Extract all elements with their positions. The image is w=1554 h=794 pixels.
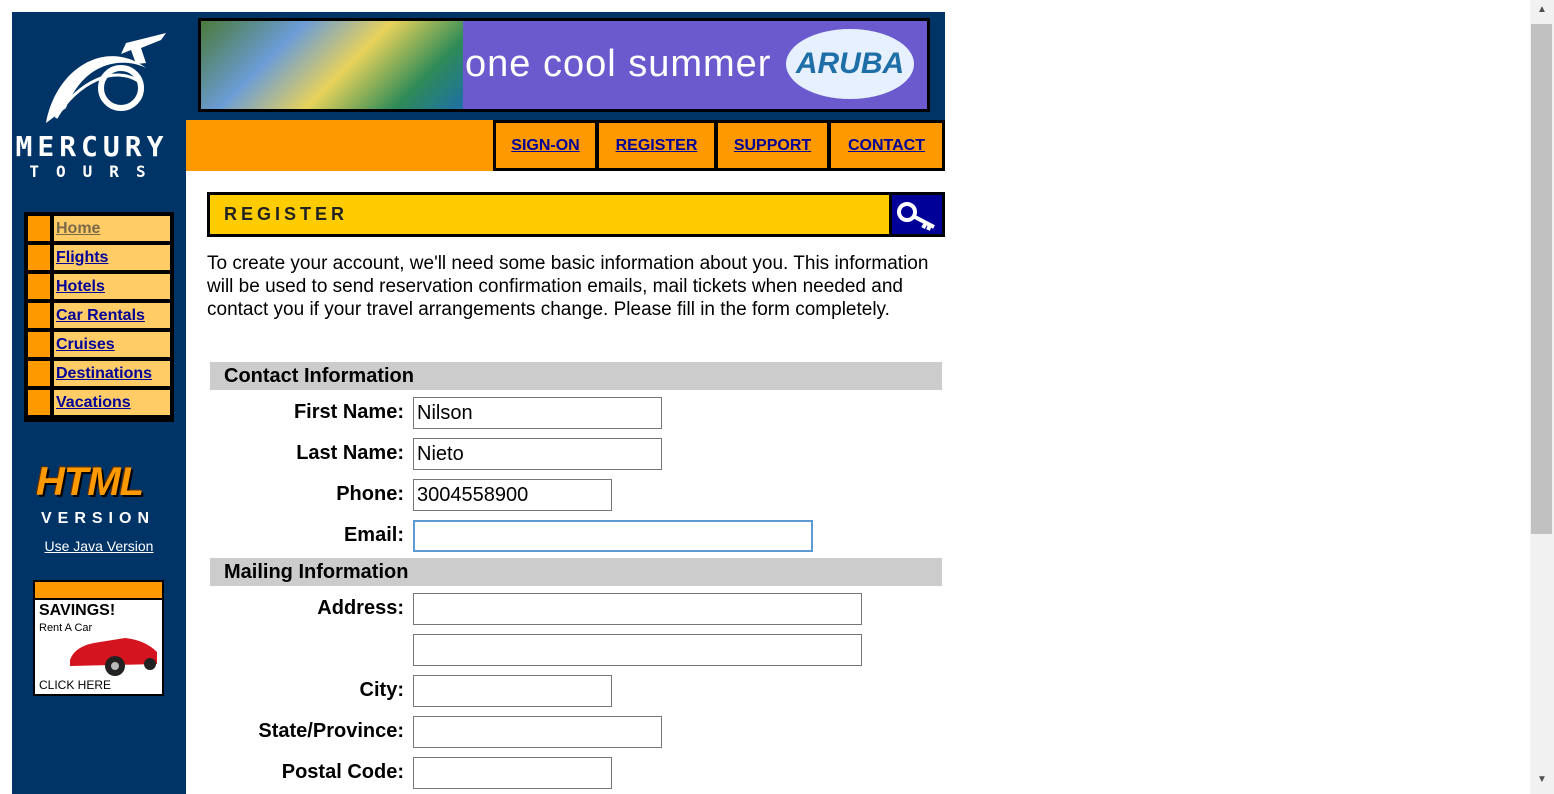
sidebar-item-vacations[interactable]: Vacations xyxy=(28,390,170,415)
sign-on-link[interactable]: SIGN-ON xyxy=(511,137,579,154)
ad-cta: CLICK HERE xyxy=(39,678,112,692)
sidebar-item-flights[interactable]: Flights xyxy=(28,245,170,270)
destinations-link[interactable]: Destinations xyxy=(56,365,152,382)
phone-field[interactable] xyxy=(413,479,612,511)
brand-name: MERCURY xyxy=(15,130,169,163)
last-name-label: Last Name: xyxy=(296,442,404,464)
top-banner: one cool summer ARUBA xyxy=(186,12,945,120)
tab-sign-on[interactable]: SIGN-ON xyxy=(493,120,598,171)
java-version-link-wrap: Use Java Version xyxy=(24,538,174,554)
use-java-version-link[interactable]: Use Java Version xyxy=(45,538,154,554)
sidebar-nav: Home Flights Hotels Car Rentals Cruises … xyxy=(24,212,174,422)
email-label: Email: xyxy=(343,524,404,546)
scroll-down-icon[interactable]: ▼ xyxy=(1537,774,1547,785)
aruba-logo: ARUBA xyxy=(786,29,914,99)
postal-code-label: Postal Code: xyxy=(281,761,404,783)
hotels-link[interactable]: Hotels xyxy=(56,278,105,295)
address-line2-field[interactable] xyxy=(413,634,862,666)
contact-information-header: Contact Information xyxy=(210,362,942,390)
email-field[interactable] xyxy=(413,520,813,552)
contact-link[interactable]: CONTACT xyxy=(848,137,925,154)
banner-text: one cool summer xyxy=(465,43,772,85)
last-name-field[interactable] xyxy=(413,438,662,470)
html-version-badge: HTML VERSION xyxy=(28,460,168,530)
page-title: REGISTER xyxy=(210,195,889,234)
city-field[interactable] xyxy=(413,675,612,707)
intro-text: To create your account, we'll need some … xyxy=(207,253,929,320)
state-province-field[interactable] xyxy=(413,716,662,748)
sidebar-item-home[interactable]: Home xyxy=(28,216,170,241)
address-line1-field[interactable] xyxy=(413,593,862,625)
plane-logo-icon xyxy=(46,33,166,123)
scrollbar-thumb[interactable] xyxy=(1531,24,1552,534)
tab-register[interactable]: REGISTER xyxy=(596,120,717,171)
home-link[interactable]: Home xyxy=(56,220,100,237)
scroll-up-icon[interactable]: ▲ xyxy=(1537,4,1547,15)
ad-headline: SAVINGS! xyxy=(39,602,116,619)
phone-label: Phone: xyxy=(336,483,404,505)
car-rental-ad[interactable]: SAVINGS! Rent A Car CLICK HERE xyxy=(33,580,164,696)
sidebar-item-hotels[interactable]: Hotels xyxy=(28,274,170,299)
key-icon xyxy=(897,202,935,231)
tab-support[interactable]: SUPPORT xyxy=(715,120,830,171)
car-rentals-link[interactable]: Car Rentals xyxy=(56,307,145,324)
address-label: Address: xyxy=(317,597,404,619)
sidebar-item-car-rentals[interactable]: Car Rentals xyxy=(28,303,170,328)
red-car-icon xyxy=(70,638,157,676)
tab-contact[interactable]: CONTACT xyxy=(828,120,945,171)
first-name-label: First Name: xyxy=(293,401,404,423)
register-link[interactable]: REGISTER xyxy=(616,137,698,154)
state-province-label: State/Province: xyxy=(258,720,404,742)
brand-subname: TOURS xyxy=(29,162,163,181)
postal-code-field[interactable] xyxy=(413,757,612,789)
mailing-information-header: Mailing Information xyxy=(210,558,942,586)
aruba-promo-banner[interactable]: one cool summer ARUBA xyxy=(198,18,930,112)
vacations-link[interactable]: Vacations xyxy=(56,394,131,411)
top-nav-bar: SIGN-ON REGISTER SUPPORT CONTACT xyxy=(186,120,945,171)
first-name-field[interactable] xyxy=(413,397,662,429)
support-link[interactable]: SUPPORT xyxy=(734,137,811,154)
cruises-link[interactable]: Cruises xyxy=(56,336,115,353)
flights-link[interactable]: Flights xyxy=(56,249,108,266)
city-label: City: xyxy=(359,679,404,701)
sidebar-item-cruises[interactable]: Cruises xyxy=(28,332,170,357)
sidebar-item-destinations[interactable]: Destinations xyxy=(28,361,170,386)
register-header: REGISTER xyxy=(207,192,945,237)
html-version-title: HTML xyxy=(36,460,144,504)
banner-photo xyxy=(201,21,463,109)
mercury-tours-logo: MERCURY TOURS xyxy=(15,28,176,188)
html-version-subtitle: VERSION xyxy=(40,510,155,527)
